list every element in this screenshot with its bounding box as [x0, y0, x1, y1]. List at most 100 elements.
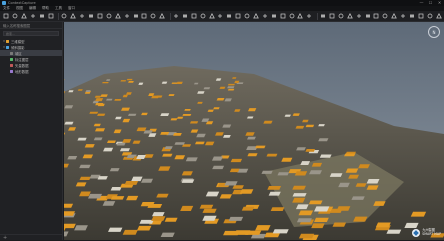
undo-button[interactable]	[30, 12, 37, 20]
building-roof	[102, 201, 116, 206]
building-roof	[296, 218, 312, 223]
building-roof	[93, 137, 103, 141]
orbit-button[interactable]	[426, 12, 433, 20]
building-roof	[160, 132, 170, 135]
share-button[interactable]	[338, 12, 345, 20]
export-icon	[253, 13, 259, 19]
building-roof	[281, 157, 293, 162]
filter-button[interactable]	[355, 12, 362, 20]
fullscreen-button[interactable]	[297, 12, 304, 20]
layer-tree-label: 三维模型	[11, 39, 25, 44]
pan-button[interactable]	[435, 12, 442, 20]
color-icon	[382, 13, 388, 19]
building-roof	[213, 107, 220, 110]
building-roof	[314, 217, 329, 223]
mesh-icon	[89, 14, 94, 18]
cube-button[interactable]	[70, 12, 77, 20]
cube-icon	[70, 13, 77, 19]
building-roof	[84, 144, 95, 148]
building-roof	[272, 229, 289, 234]
lock-button[interactable]	[364, 12, 371, 20]
building-roof	[295, 125, 305, 129]
building-roof	[97, 176, 108, 180]
building-roof	[95, 98, 104, 102]
camera-button[interactable]	[150, 12, 157, 20]
open-button[interactable]	[12, 12, 19, 20]
search-button[interactable]	[346, 12, 353, 20]
new-button[interactable]	[3, 12, 10, 20]
building-roof	[160, 113, 170, 116]
building-roof	[329, 173, 343, 177]
walk-button[interactable]	[418, 12, 425, 20]
play-button[interactable]	[306, 12, 313, 20]
screenshot-button[interactable]	[329, 12, 336, 20]
building-roof	[87, 193, 103, 199]
measure-button[interactable]	[97, 12, 104, 20]
layers-button[interactable]	[61, 12, 68, 20]
building-roof	[247, 136, 256, 140]
map-button[interactable]	[190, 12, 197, 20]
building-roof	[110, 196, 125, 200]
building-roof	[305, 149, 316, 152]
texture-icon	[391, 13, 397, 19]
layer-search-input[interactable]: 搜索...	[3, 31, 59, 36]
light-button[interactable]	[159, 12, 166, 20]
texture-button[interactable]	[391, 12, 398, 20]
globe-button[interactable]	[182, 12, 189, 20]
line-button[interactable]	[115, 12, 122, 20]
building-roof	[255, 145, 266, 149]
building-roof	[77, 137, 87, 141]
angle-icon	[218, 14, 223, 18]
record-button[interactable]	[320, 12, 327, 20]
building-roof	[168, 94, 175, 96]
building-roof	[345, 168, 359, 173]
point-button[interactable]	[106, 12, 113, 20]
clip-button[interactable]	[244, 12, 251, 20]
sun-button[interactable]	[173, 12, 180, 20]
screenshot-icon	[329, 13, 335, 19]
angle-button[interactable]	[217, 12, 224, 20]
building-roof	[212, 165, 225, 170]
building-roof	[232, 185, 244, 189]
mesh-button[interactable]	[88, 12, 95, 20]
3d-viewport[interactable]: N 九州智图 SMART MAP	[64, 22, 444, 240]
volume-button[interactable]	[141, 12, 148, 20]
redo-button[interactable]	[39, 12, 46, 20]
visible-button[interactable]	[373, 12, 380, 20]
fly-button[interactable]	[409, 12, 416, 20]
layer-type-icon	[6, 39, 9, 43]
import-button[interactable]	[262, 12, 269, 20]
info-button[interactable]	[279, 12, 286, 20]
compass-button[interactable]: N	[428, 26, 440, 38]
building-roof	[219, 194, 233, 199]
building-roof	[216, 98, 225, 101]
building-roof	[108, 227, 123, 232]
share-icon	[338, 13, 344, 19]
home-button[interactable]	[47, 12, 54, 20]
grid-button[interactable]	[79, 12, 86, 20]
layer-tree-label: 地形数据	[15, 69, 29, 74]
ruler-button[interactable]	[208, 12, 215, 20]
settings-button[interactable]	[270, 12, 277, 20]
profile-button[interactable]	[226, 12, 233, 20]
building-roof	[292, 193, 307, 197]
crop-button[interactable]	[235, 12, 242, 20]
pin-button[interactable]	[199, 12, 206, 20]
layers-icon	[62, 13, 67, 19]
polygon-button[interactable]	[123, 12, 130, 20]
save-button[interactable]	[21, 12, 28, 20]
shadow-button[interactable]	[400, 12, 407, 20]
building-roof	[114, 99, 122, 101]
area-button[interactable]	[132, 12, 139, 20]
building-roof	[358, 164, 370, 169]
photogrammetry-city-model[interactable]	[64, 22, 444, 240]
export-button[interactable]	[253, 12, 260, 20]
color-button[interactable]	[382, 12, 389, 20]
building-roof	[314, 206, 330, 212]
building-roof	[77, 89, 83, 91]
layer-tree-item[interactable]: 地形数据	[0, 68, 62, 74]
layer-tree-label: 标注图层	[15, 57, 29, 62]
camera-icon	[151, 13, 156, 19]
help-button[interactable]	[288, 12, 295, 20]
area-icon	[133, 14, 138, 18]
